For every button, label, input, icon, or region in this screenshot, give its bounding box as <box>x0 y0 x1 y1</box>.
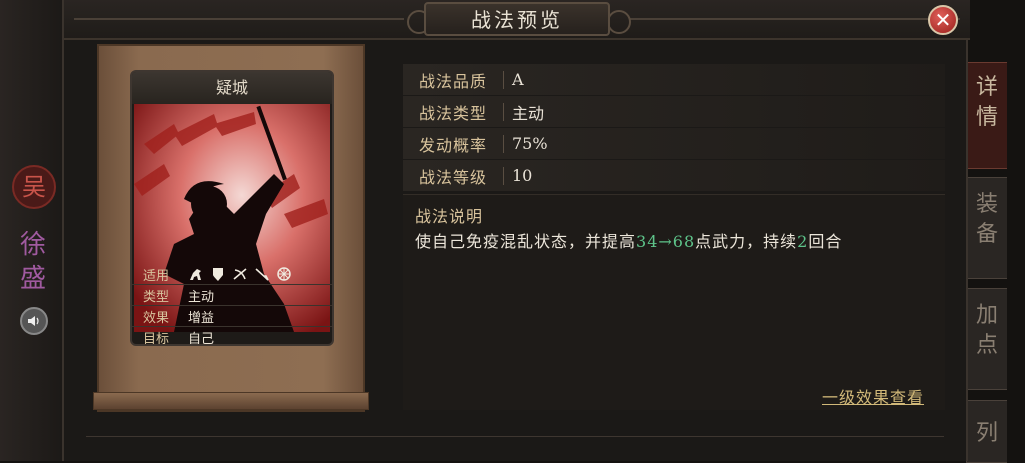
attr-type-key: 战法类型 <box>418 103 487 123</box>
level-one-effect-link[interactable]: 一级效果查看 <box>822 384 924 408</box>
card-apply-row: 适用 <box>132 264 332 285</box>
tab-add-points-label: 加点 <box>975 303 998 358</box>
card-unit-icons <box>180 267 292 281</box>
title-divider-left <box>74 18 404 20</box>
card-effect-key: 效果 <box>142 310 169 326</box>
description-title: 战法说明 <box>415 207 484 226</box>
description-value-to: 68 <box>672 232 696 251</box>
attr-probability-row: 发动概率 75% <box>403 128 945 159</box>
attr-quality-row: 战法品质 A <box>403 64 945 95</box>
attr-level-value: 10 <box>512 166 533 185</box>
card-effect-value: 增益 <box>188 310 215 326</box>
card-type-row: 类型 主动 <box>132 285 332 306</box>
attr-quality-key: 战法品质 <box>418 71 487 91</box>
spear-icon <box>255 268 269 281</box>
faction-seal: 吴 <box>12 165 56 209</box>
title-ornament-right <box>607 10 631 34</box>
title-divider-right <box>630 18 960 20</box>
card-target-value: 自己 <box>188 331 215 346</box>
speaker-icon[interactable] <box>20 307 48 335</box>
description-text-after: 回合 <box>808 232 843 251</box>
attr-probability-key: 发动概率 <box>418 135 487 155</box>
skill-card-title: 疑城 <box>132 72 332 104</box>
description-value-from: 34 <box>636 232 659 251</box>
tab-details[interactable]: 详情 <box>966 62 1007 169</box>
bow-icon <box>233 268 247 280</box>
title-bar: 战法预览 <box>64 0 970 40</box>
skill-card-info: 适用 类型 主动 效果 增益 目标 自己 <box>132 264 332 346</box>
card-scroll-rod <box>93 392 369 410</box>
shield-icon <box>213 268 223 281</box>
tab-add-points[interactable]: 加点 <box>966 288 1007 390</box>
siege-icon <box>277 267 291 281</box>
page-title: 战法预览 <box>424 2 610 36</box>
card-target-row: 目标 自己 <box>132 327 332 346</box>
attr-type-row: 战法类型 主动 <box>403 96 945 127</box>
skill-description: 战法说明 使自己免疫混乱状态，并提高34→68点武力，持续2回合 <box>403 194 945 410</box>
attr-quality-value: A <box>512 70 524 89</box>
description-text: 使自己免疫混乱状态，并提高34→68点武力，持续2回合 <box>415 228 842 252</box>
tab-equipment[interactable]: 装备 <box>966 177 1007 279</box>
general-name: 徐盛 <box>19 230 46 294</box>
description-arrow: → <box>658 232 673 251</box>
tab-equipment-label: 装备 <box>975 192 998 247</box>
card-target-key: 目标 <box>142 331 169 346</box>
attr-level-row: 战法等级 10 <box>403 160 945 191</box>
card-type-key: 类型 <box>142 289 169 305</box>
card-effect-row: 效果 增益 <box>132 306 332 327</box>
card-type-value: 主动 <box>188 289 215 305</box>
description-text-before: 使自己免疫混乱状态，并提高 <box>415 232 637 251</box>
close-button[interactable]: ✕ <box>928 5 958 35</box>
cavalry-icon <box>190 269 201 280</box>
tab-list[interactable]: 列 <box>966 400 1007 463</box>
tab-list-label: 列 <box>975 421 998 446</box>
skill-attributes: 战法品质 A 战法类型 主动 发动概率 75% 战法等级 10 <box>403 64 945 192</box>
attr-type-value: 主动 <box>512 103 545 123</box>
tab-details-label: 详情 <box>975 75 998 130</box>
bottom-divider <box>86 436 944 437</box>
description-duration: 2 <box>797 232 809 251</box>
attr-probability-value: 75% <box>512 134 548 153</box>
attr-level-key: 战法等级 <box>418 167 487 187</box>
card-apply-key: 适用 <box>142 268 169 284</box>
description-text-middle: 点武力，持续 <box>695 232 798 251</box>
skill-card: 疑城 适用 类型 主动 效果 增益 目标 自己 <box>130 70 334 346</box>
